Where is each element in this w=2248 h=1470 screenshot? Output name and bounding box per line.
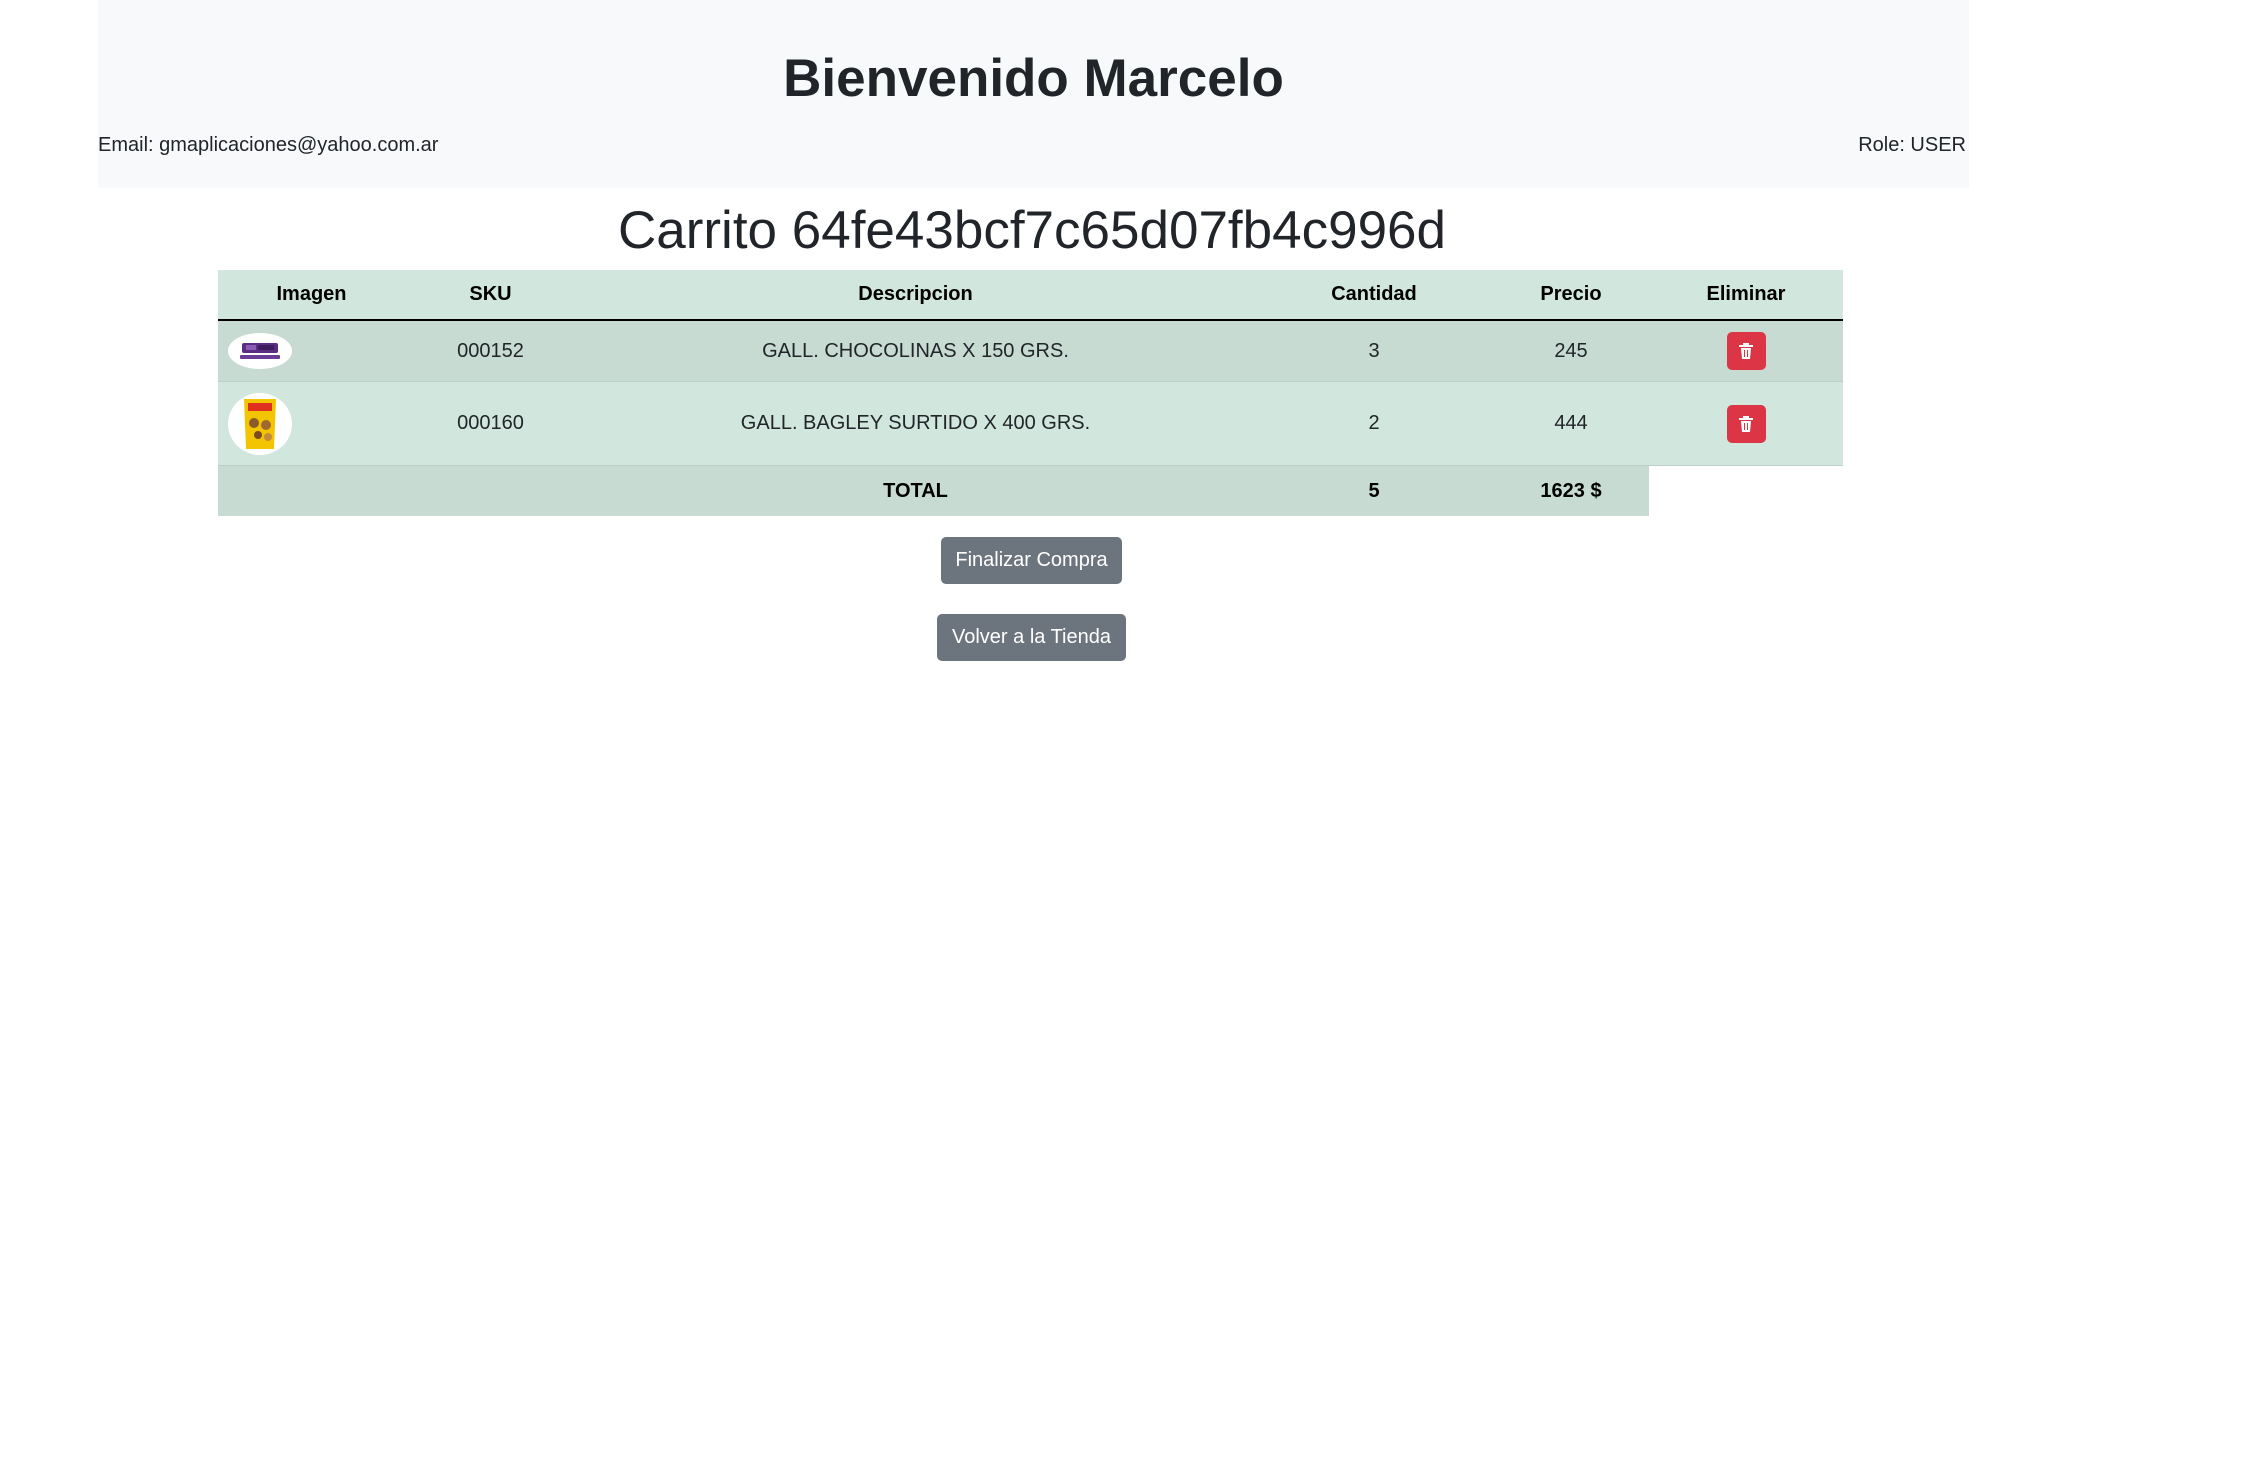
column-header-delete: Eliminar	[1649, 270, 1843, 321]
description-cell: GALL. BAGLEY SURTIDO X 400 GRS.	[576, 381, 1255, 466]
sku-cell: 000152	[405, 320, 576, 382]
trash-icon	[1739, 415, 1753, 432]
column-header-sku: SKU	[405, 270, 576, 321]
product-image-cell	[218, 381, 405, 466]
total-spacer	[405, 465, 576, 516]
bagley-surtido-product-image	[228, 392, 292, 455]
total-label: TOTAL	[576, 465, 1255, 516]
cart-table: Imagen SKU Descripcion Cantidad Precio E…	[218, 270, 1843, 516]
finalize-purchase-button[interactable]: Finalizar Compra	[941, 537, 1122, 584]
cart-title: Carrito 64fe43bcf7c65d07fb4c996d	[618, 201, 1446, 260]
delete-item-button[interactable]	[1726, 332, 1766, 370]
column-header-quantity: Cantidad	[1255, 270, 1493, 321]
quantity-cell: 3	[1255, 320, 1493, 382]
delete-item-button[interactable]	[1726, 404, 1766, 443]
column-header-price: Precio	[1493, 270, 1649, 321]
quantity-cell: 2	[1255, 381, 1493, 466]
table-row: 000160 GALL. BAGLEY SURTIDO X 400 GRS. 2…	[218, 381, 1843, 466]
price-cell: 444	[1493, 381, 1649, 466]
sku-cell: 000160	[405, 381, 576, 466]
product-image-cell	[218, 320, 405, 382]
table-row: 000152 GALL. CHOCOLINAS X 150 GRS. 3 245	[218, 320, 1843, 382]
back-to-store-button[interactable]: Volver a la Tienda	[937, 614, 1126, 661]
total-row: TOTAL 5 1623 $	[218, 465, 1843, 516]
delete-cell	[1649, 320, 1843, 382]
column-header-image: Imagen	[218, 270, 405, 321]
price-cell: 245	[1493, 320, 1649, 382]
trash-icon	[1739, 343, 1753, 359]
total-quantity: 5	[1255, 465, 1493, 516]
user-role: Role: USER	[1858, 134, 1966, 156]
description-cell: GALL. CHOCOLINAS X 150 GRS.	[576, 320, 1255, 382]
column-header-description: Descripcion	[576, 270, 1255, 321]
table-header-row: Imagen SKU Descripcion Cantidad Precio E…	[218, 270, 1843, 321]
chocolinas-product-image	[228, 333, 292, 369]
user-email: Email: gmaplicaciones@yahoo.com.ar	[98, 134, 439, 156]
total-spacer	[218, 465, 405, 516]
user-header: Bienvenido Marcelo Email: gmaplicaciones…	[98, 0, 1969, 188]
welcome-title: Bienvenido Marcelo	[783, 49, 1284, 108]
total-price: 1623 $	[1493, 465, 1649, 516]
total-empty-cell	[1649, 465, 1843, 516]
delete-cell	[1649, 381, 1843, 466]
